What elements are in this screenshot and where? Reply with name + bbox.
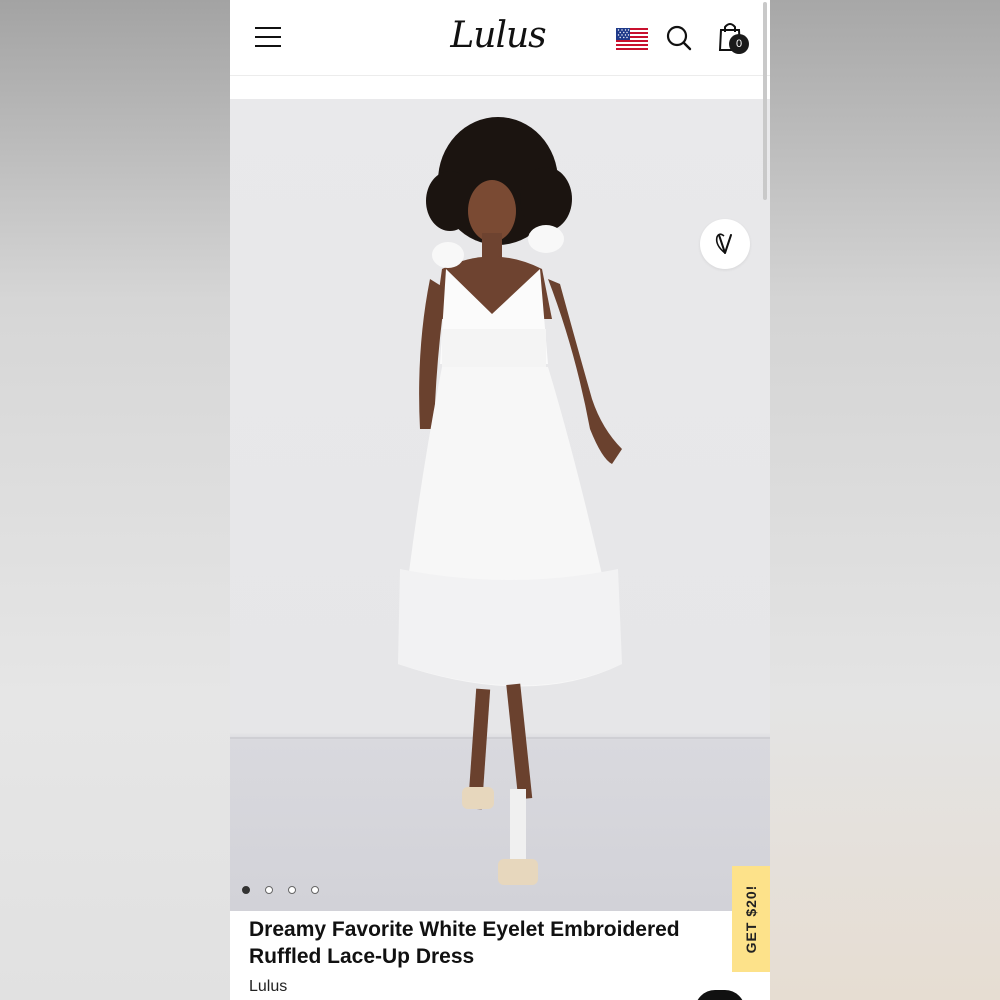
promo-label: GET $20! <box>743 884 759 954</box>
favorite-button[interactable] <box>700 219 750 269</box>
carousel-dot-2[interactable] <box>265 886 273 894</box>
header-spacer <box>230 76 770 99</box>
product-title: Dreamy Favorite White Eyelet Embroidered… <box>249 918 680 968</box>
chat-widget-button[interactable] <box>695 990 745 1000</box>
screenshot-canvas: Lulus 0 GET $20! Dreamy Favorite White E… <box>0 0 1000 1000</box>
background-left <box>0 0 230 1000</box>
carousel-pagination <box>242 886 342 896</box>
us-flag-icon[interactable] <box>616 28 648 52</box>
page-scrollbar[interactable] <box>763 2 767 200</box>
model-in-white-dress-illustration <box>398 117 622 885</box>
mobile-page: Lulus 0 GET $20! Dreamy Favorite White E… <box>230 0 770 1000</box>
heart-icon <box>715 233 732 254</box>
carousel-dot-3[interactable] <box>288 886 296 894</box>
carousel-dot-4[interactable] <box>311 886 319 894</box>
get-20-promo-tab[interactable]: GET $20! <box>732 866 770 972</box>
brand-logo[interactable]: Lulus <box>448 14 548 58</box>
carousel-dot-1[interactable] <box>242 886 250 894</box>
hamburger-menu-icon[interactable] <box>255 27 281 47</box>
search-icon[interactable] <box>665 24 693 52</box>
background-right <box>770 0 1000 1000</box>
cart-count-badge: 0 <box>729 34 749 54</box>
site-header: Lulus 0 <box>230 0 770 76</box>
product-brand[interactable]: Lulus <box>249 978 287 996</box>
product-image[interactable] <box>230 99 770 911</box>
